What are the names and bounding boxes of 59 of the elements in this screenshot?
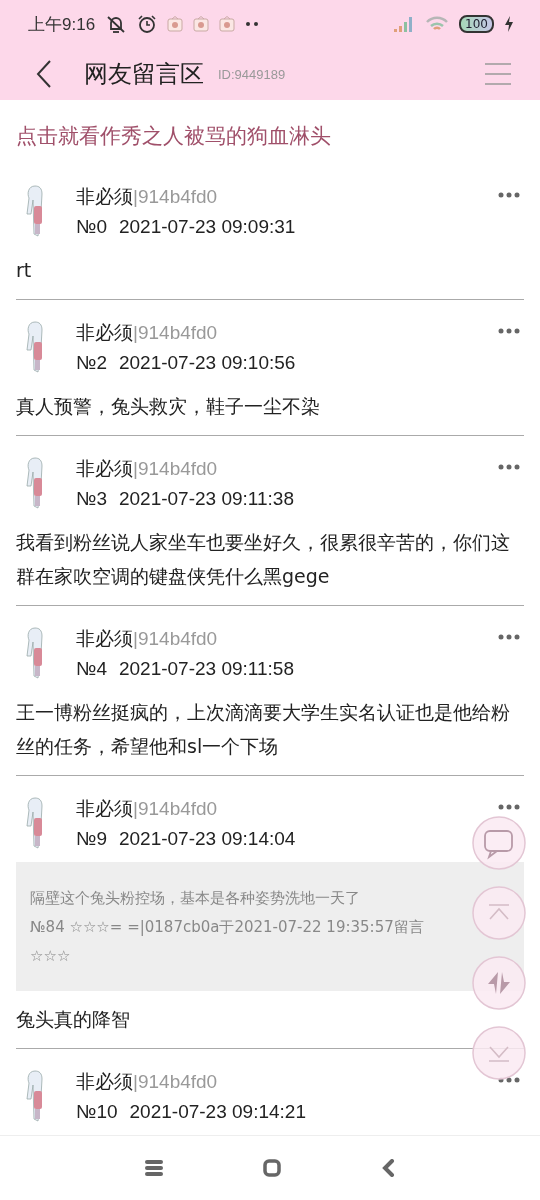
comment-number: №2 xyxy=(76,352,107,373)
battery-indicator: 100 xyxy=(459,15,494,33)
comment-text: rt xyxy=(16,258,32,283)
comment-time: 2021-07-23 09:11:38 xyxy=(118,488,294,509)
user-id: |914b4fd0 xyxy=(133,322,218,343)
avatar-figure xyxy=(24,320,46,374)
user-name: 非必须 xyxy=(76,322,133,343)
comment-button[interactable] xyxy=(472,816,526,870)
comment-time: 2021-07-23 09:09:31 xyxy=(118,216,296,237)
comment-number: №3 xyxy=(76,488,107,509)
app-notification-icon xyxy=(167,16,184,32)
comment-time: 2021-07-23 09:10:56 xyxy=(118,352,296,373)
comment-number: №0 xyxy=(76,216,107,237)
quote-text: 隔壁这个兔头粉控场，基本是各种姿势洗地一天了 xyxy=(30,888,361,909)
user-name: 非必须 xyxy=(76,798,133,819)
more-icon[interactable] xyxy=(498,804,520,810)
user-id: |914b4fd0 xyxy=(133,186,218,207)
user-name: 非必须 xyxy=(76,628,133,649)
avatar-figure xyxy=(24,1069,46,1123)
user-name: 非必须 xyxy=(76,1071,133,1092)
avatar-figure xyxy=(24,184,46,238)
comment-time: 2021-07-23 09:14:21 xyxy=(129,1101,306,1122)
comment-time: 2021-07-23 09:11:58 xyxy=(118,658,294,679)
user-id: |914b4fd0 xyxy=(133,458,218,479)
user-name: 非必须 xyxy=(76,458,133,479)
back-icon[interactable] xyxy=(381,1159,395,1177)
app-notification-icon xyxy=(193,16,210,32)
page-title: 网友留言区 xyxy=(84,59,204,90)
user-id: |914b4fd0 xyxy=(133,628,218,649)
status-time: 上午9:16 xyxy=(28,13,96,36)
comment-text: 我看到粉丝说人家坐车也要坐好久，很累很辛苦的，你们这群在家吹空调的键盘侠凭什么黑gege xyxy=(16,530,511,589)
recent-apps-icon[interactable] xyxy=(145,1160,163,1176)
comment-text: 王一博粉丝挺疯的，上次滴滴要大学生实名认证也是他给粉丝的任务，希望他和sl一个下场 xyxy=(16,700,511,759)
avatar-figure xyxy=(24,456,46,510)
app-notification-icon xyxy=(219,16,236,32)
quote-meta: №84 ☆☆☆= =|0187cb0a于2021-07-22 19:35:57留言☆☆☆ xyxy=(30,917,425,967)
comment-number: №4 xyxy=(76,658,107,679)
avatar-figure xyxy=(24,626,46,680)
user-name: 非必须 xyxy=(76,186,133,207)
more-notifications-icon xyxy=(245,21,260,27)
home-icon[interactable] xyxy=(263,1159,281,1177)
user-id: |914b4fd0 xyxy=(133,798,218,819)
comment-number: №10 xyxy=(76,1101,118,1122)
alarm-clock-icon xyxy=(137,14,158,34)
charging-icon xyxy=(504,16,514,32)
refresh-button[interactable] xyxy=(472,956,526,1010)
back-icon[interactable] xyxy=(34,59,54,89)
comment-text: 真人预警，兔头救灾，鞋子一尘不染 xyxy=(16,394,320,419)
more-icon[interactable] xyxy=(498,192,520,198)
topic-title[interactable]: 点击就看作秀之人被骂的狗血淋头 xyxy=(0,100,540,164)
comment-time: 2021-07-23 09:14:04 xyxy=(118,828,296,849)
comment-text: 兔头真的降智 xyxy=(16,1007,130,1032)
page-id: ID:9449189 xyxy=(218,66,287,82)
user-id: |914b4fd0 xyxy=(133,1071,218,1092)
more-icon[interactable] xyxy=(498,464,520,470)
avatar-figure xyxy=(24,796,46,850)
more-icon[interactable] xyxy=(498,634,520,640)
comment-number: №9 xyxy=(76,828,107,849)
more-icon[interactable] xyxy=(498,328,520,334)
